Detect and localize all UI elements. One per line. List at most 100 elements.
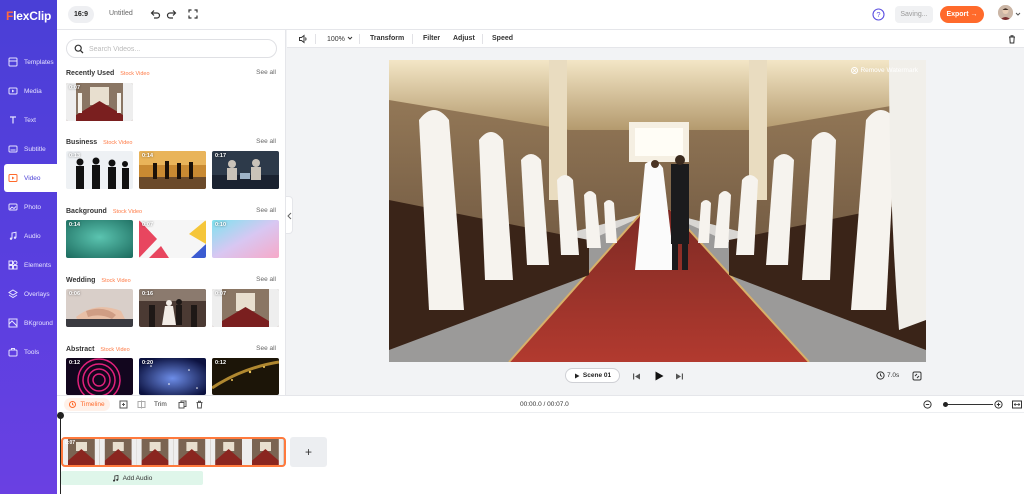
sidebar-item-audio[interactable]: Audio — [0, 222, 57, 250]
sidebar-item-video[interactable]: Video — [4, 164, 57, 192]
timeline-clip[interactable]: 0:07 — [61, 437, 286, 467]
video-thumbnail[interactable]: 0:06 — [66, 289, 133, 327]
thumbnail-duration: 0:07 — [69, 85, 81, 91]
sidebar-item-templates[interactable]: Templates — [0, 48, 57, 76]
video-thumbnail[interactable]: 0:14 — [139, 151, 206, 189]
photo-icon — [8, 203, 18, 211]
chevron-down-icon[interactable] — [1015, 11, 1021, 17]
zoom-in-icon[interactable] — [994, 400, 1003, 409]
sidebar-item-subtitle[interactable]: Subtitle — [0, 135, 57, 163]
watermark-label: Remove Watermark — [860, 67, 918, 74]
export-button[interactable]: Export → — [940, 6, 984, 23]
zoom-slider-handle[interactable] — [942, 401, 948, 407]
timeline-clock-icon — [69, 401, 77, 408]
skip-forward-icon[interactable] — [675, 372, 684, 381]
help-icon[interactable]: ? — [872, 8, 885, 21]
add-scene-icon[interactable] — [119, 400, 128, 409]
video-thumbnail[interactable]: 0:17 — [212, 151, 279, 189]
add-audio-button[interactable]: Add Audio — [61, 471, 203, 485]
sidebar-item-elements[interactable]: Elements — [0, 251, 57, 279]
duration-value: 7.0s — [887, 372, 900, 379]
duplicate-icon[interactable] — [178, 400, 187, 409]
app-logo[interactable]: FlexClip — [6, 9, 51, 23]
timeline-toolbar: Timeline Trim 00:00.0 / 00:07.0 — [57, 395, 1024, 413]
speed-button[interactable]: Speed — [492, 35, 513, 42]
video-thumbnail[interactable]: 0:16 — [139, 289, 206, 327]
thumbnail-duration: 0:17 — [215, 153, 227, 159]
thumbnail-duration: 0:20 — [142, 360, 154, 366]
playhead-handle[interactable] — [57, 412, 64, 419]
section-title-wedding: Wedding Stock Video — [66, 277, 131, 284]
subtitle-icon — [8, 145, 18, 153]
video-thumbnail[interactable]: 0:10 — [212, 220, 279, 258]
sidebar-item-text[interactable]: Text — [0, 106, 57, 134]
zoom-dropdown[interactable]: 100% — [327, 35, 353, 43]
thumbnail-duration: 0:16 — [142, 291, 154, 297]
elements-icon — [8, 260, 18, 270]
toolbar-divider — [412, 34, 413, 44]
sidebar-item-label: Video — [24, 174, 41, 182]
saving-status-button[interactable]: Saving... — [895, 6, 933, 23]
fit-screen-icon[interactable] — [912, 371, 922, 381]
adjust-button[interactable]: Adjust — [453, 35, 475, 42]
sidebar-item-overlays[interactable]: Overlays — [0, 280, 57, 308]
video-thumbnail[interactable]: 0:12 — [212, 358, 279, 395]
redo-icon[interactable] — [166, 8, 178, 20]
duration-display[interactable]: 7.0s — [876, 371, 899, 380]
timeline-toggle-button[interactable]: Timeline — [64, 398, 110, 411]
scene-selector-button[interactable]: Scene 01 — [565, 368, 620, 383]
zoom-out-icon[interactable] — [923, 400, 932, 409]
audio-icon — [9, 231, 17, 240]
see-all-link[interactable]: See all — [256, 345, 276, 352]
remove-watermark-button[interactable]: Remove Watermark — [851, 67, 918, 74]
video-preview-canvas[interactable]: Remove Watermark — [389, 60, 926, 362]
trim-button[interactable]: Trim — [154, 401, 167, 408]
trash-icon[interactable] — [195, 400, 204, 409]
zoom-slider-track[interactable] — [945, 404, 993, 405]
avatar[interactable] — [998, 5, 1013, 20]
search-box[interactable] — [66, 39, 277, 58]
fit-timeline-icon[interactable] — [1012, 400, 1022, 409]
see-all-link[interactable]: See all — [256, 69, 276, 76]
sidebar-item-label: Elements — [24, 261, 52, 269]
play-icon[interactable] — [653, 370, 665, 382]
sidebar-item-media[interactable]: Media — [0, 77, 57, 105]
search-icon — [74, 44, 84, 54]
editor-toolbar: 100% Transform Filter Adjust Speed — [287, 30, 1024, 48]
music-note-icon — [112, 474, 119, 482]
add-clip-button[interactable]: + — [290, 437, 327, 467]
see-all-link[interactable]: See all — [256, 276, 276, 283]
sidebar-item-label: BKground — [24, 319, 53, 327]
scene-label: Scene 01 — [582, 372, 612, 379]
undo-icon[interactable] — [149, 8, 161, 20]
video-thumbnail[interactable]: 0:13 — [66, 151, 133, 189]
skip-back-icon[interactable] — [632, 372, 641, 381]
clip-duration: 0:07 — [65, 440, 76, 446]
thumbnail-duration: 0:10 — [215, 222, 227, 228]
aspect-ratio-button[interactable]: 16:9 — [68, 6, 94, 23]
sidebar-item-background[interactable]: BKground — [0, 309, 57, 337]
section-title-background: Background Stock Video — [66, 208, 142, 215]
video-thumbnail[interactable]: 0:14 — [66, 220, 133, 258]
transform-button[interactable]: Transform — [370, 35, 404, 42]
trash-icon[interactable] — [1007, 34, 1017, 44]
thumbnail-duration: 0:13 — [69, 153, 81, 159]
search-input[interactable] — [89, 42, 269, 56]
video-thumbnail[interactable]: 0:12 — [66, 358, 133, 395]
split-icon[interactable] — [137, 400, 146, 409]
chevron-down-icon — [347, 36, 353, 40]
project-title[interactable]: Untitled — [109, 10, 133, 17]
video-thumbnail[interactable]: 0:20 — [139, 358, 206, 395]
video-thumbnail[interactable]: 0:07 — [139, 220, 206, 258]
see-all-link[interactable]: See all — [256, 138, 276, 145]
sidebar-item-tools[interactable]: Tools — [0, 338, 57, 366]
panel-collapse-handle[interactable] — [286, 196, 293, 234]
filter-button[interactable]: Filter — [423, 35, 440, 42]
volume-icon[interactable] — [298, 34, 308, 44]
section-title-recently-used: Recently Used Stock Video — [66, 70, 150, 77]
fullscreen-icon[interactable] — [187, 8, 199, 20]
video-thumbnail[interactable]: 0:07 — [66, 83, 133, 121]
video-thumbnail[interactable]: 0:07 — [212, 289, 279, 327]
sidebar-item-photo[interactable]: Photo — [0, 193, 57, 221]
see-all-link[interactable]: See all — [256, 207, 276, 214]
